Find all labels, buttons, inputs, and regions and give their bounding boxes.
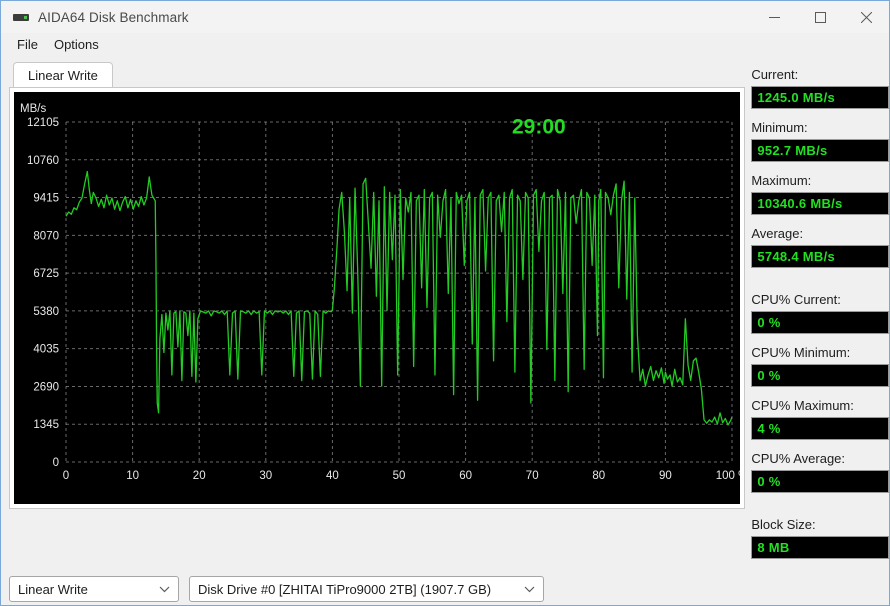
window-controls xyxy=(751,1,889,33)
stat-value-current: 1245.0 MB/s xyxy=(751,86,889,109)
stat-current: Current: 1245.0 MB/s xyxy=(751,67,889,120)
stat-label-cpu-current: CPU% Current: xyxy=(751,292,889,308)
svg-text:60: 60 xyxy=(459,470,472,482)
test-type-value: Linear Write xyxy=(18,582,88,597)
stat-label-cpu-maximum: CPU% Maximum: xyxy=(751,398,889,414)
svg-text:40: 40 xyxy=(326,470,339,482)
benchmark-chart: 0134526904035538067258070941510760121050… xyxy=(14,92,740,504)
title-bar: AIDA64 Disk Benchmark xyxy=(1,1,889,33)
stat-value-block-size: 8 MB xyxy=(751,536,889,559)
test-type-select[interactable]: Linear Write xyxy=(9,576,179,602)
svg-text:30: 30 xyxy=(259,470,272,482)
stat-value-minimum: 952.7 MB/s xyxy=(751,139,889,162)
minimize-button[interactable] xyxy=(751,1,797,33)
svg-text:9415: 9415 xyxy=(33,193,59,205)
svg-text:6725: 6725 xyxy=(33,268,59,280)
stat-value-cpu-current: 0 % xyxy=(751,311,889,334)
chevron-down-icon xyxy=(524,585,535,593)
svg-text:1345: 1345 xyxy=(33,419,59,431)
svg-text:4035: 4035 xyxy=(33,344,59,356)
menu-item-options[interactable]: Options xyxy=(46,34,107,56)
svg-text:0: 0 xyxy=(63,470,69,482)
stat-label-current: Current: xyxy=(751,67,889,83)
chart-svg: 0134526904035538067258070941510760121050… xyxy=(14,92,740,504)
aida64-disk-benchmark-window: AIDA64 Disk Benchmark File Options Linea… xyxy=(0,0,890,606)
stat-cpu-maximum: CPU% Maximum: 4 % xyxy=(751,398,889,451)
drive-select[interactable]: Disk Drive #0 [ZHITAI TiPro9000 2TB] (19… xyxy=(189,576,544,602)
stat-label-minimum: Minimum: xyxy=(751,120,889,136)
stat-value-average: 5748.4 MB/s xyxy=(751,245,889,268)
stat-label-maximum: Maximum: xyxy=(751,173,889,189)
statistics-panel: Current: 1245.0 MB/s Minimum: 952.7 MB/s… xyxy=(751,57,889,570)
selector-row: Linear Write Disk Drive #0 [ZHITAI TiPro… xyxy=(9,576,881,602)
window-title: AIDA64 Disk Benchmark xyxy=(38,10,189,25)
svg-text:29:00: 29:00 xyxy=(512,115,566,138)
svg-text:70: 70 xyxy=(526,470,539,482)
stat-label-block-size: Block Size: xyxy=(751,517,889,533)
svg-text:90: 90 xyxy=(659,470,672,482)
stat-minimum: Minimum: 952.7 MB/s xyxy=(751,120,889,173)
stat-value-cpu-average: 0 % xyxy=(751,470,889,493)
controls-area: Linear Write Disk Drive #0 [ZHITAI TiPro… xyxy=(1,570,889,606)
stat-label-cpu-minimum: CPU% Minimum: xyxy=(751,345,889,361)
svg-text:10: 10 xyxy=(126,470,139,482)
svg-text:0: 0 xyxy=(53,457,59,469)
maximize-button[interactable] xyxy=(797,1,843,33)
stat-label-average: Average: xyxy=(751,226,889,242)
menu-bar: File Options xyxy=(1,33,889,57)
stat-value-cpu-minimum: 0 % xyxy=(751,364,889,387)
disk-drive-icon xyxy=(13,9,29,25)
chart-panel: 0134526904035538067258070941510760121050… xyxy=(9,87,745,509)
tab-strip: Linear Write xyxy=(13,61,751,87)
stat-value-maximum: 10340.6 MB/s xyxy=(751,192,889,215)
stat-value-cpu-maximum: 4 % xyxy=(751,417,889,440)
svg-text:100 %: 100 % xyxy=(716,470,740,482)
stat-maximum: Maximum: 10340.6 MB/s xyxy=(751,173,889,226)
stat-cpu-average: CPU% Average: 0 % xyxy=(751,451,889,504)
stat-average: Average: 5748.4 MB/s xyxy=(751,226,889,279)
svg-text:8070: 8070 xyxy=(33,230,59,242)
main-content: Linear Write 013452690403553806725807094… xyxy=(1,57,889,570)
svg-text:20: 20 xyxy=(193,470,206,482)
svg-text:2690: 2690 xyxy=(33,381,59,393)
svg-text:50: 50 xyxy=(393,470,406,482)
svg-text:MB/s: MB/s xyxy=(20,103,46,115)
stat-block-size: Block Size: 8 MB xyxy=(751,504,889,570)
chevron-down-icon xyxy=(159,585,170,593)
tab-linear-write[interactable]: Linear Write xyxy=(13,62,113,87)
drive-select-value: Disk Drive #0 [ZHITAI TiPro9000 2TB] (19… xyxy=(198,582,491,597)
stat-label-cpu-average: CPU% Average: xyxy=(751,451,889,467)
close-button[interactable] xyxy=(843,1,889,33)
svg-text:12105: 12105 xyxy=(27,117,59,129)
svg-text:10760: 10760 xyxy=(27,155,59,167)
menu-item-file[interactable]: File xyxy=(9,34,46,56)
stat-cpu-minimum: CPU% Minimum: 0 % xyxy=(751,345,889,398)
chart-column: Linear Write 013452690403553806725807094… xyxy=(1,57,751,570)
svg-text:5380: 5380 xyxy=(33,306,59,318)
svg-text:80: 80 xyxy=(592,470,605,482)
stat-cpu-current: CPU% Current: 0 % xyxy=(751,279,889,345)
